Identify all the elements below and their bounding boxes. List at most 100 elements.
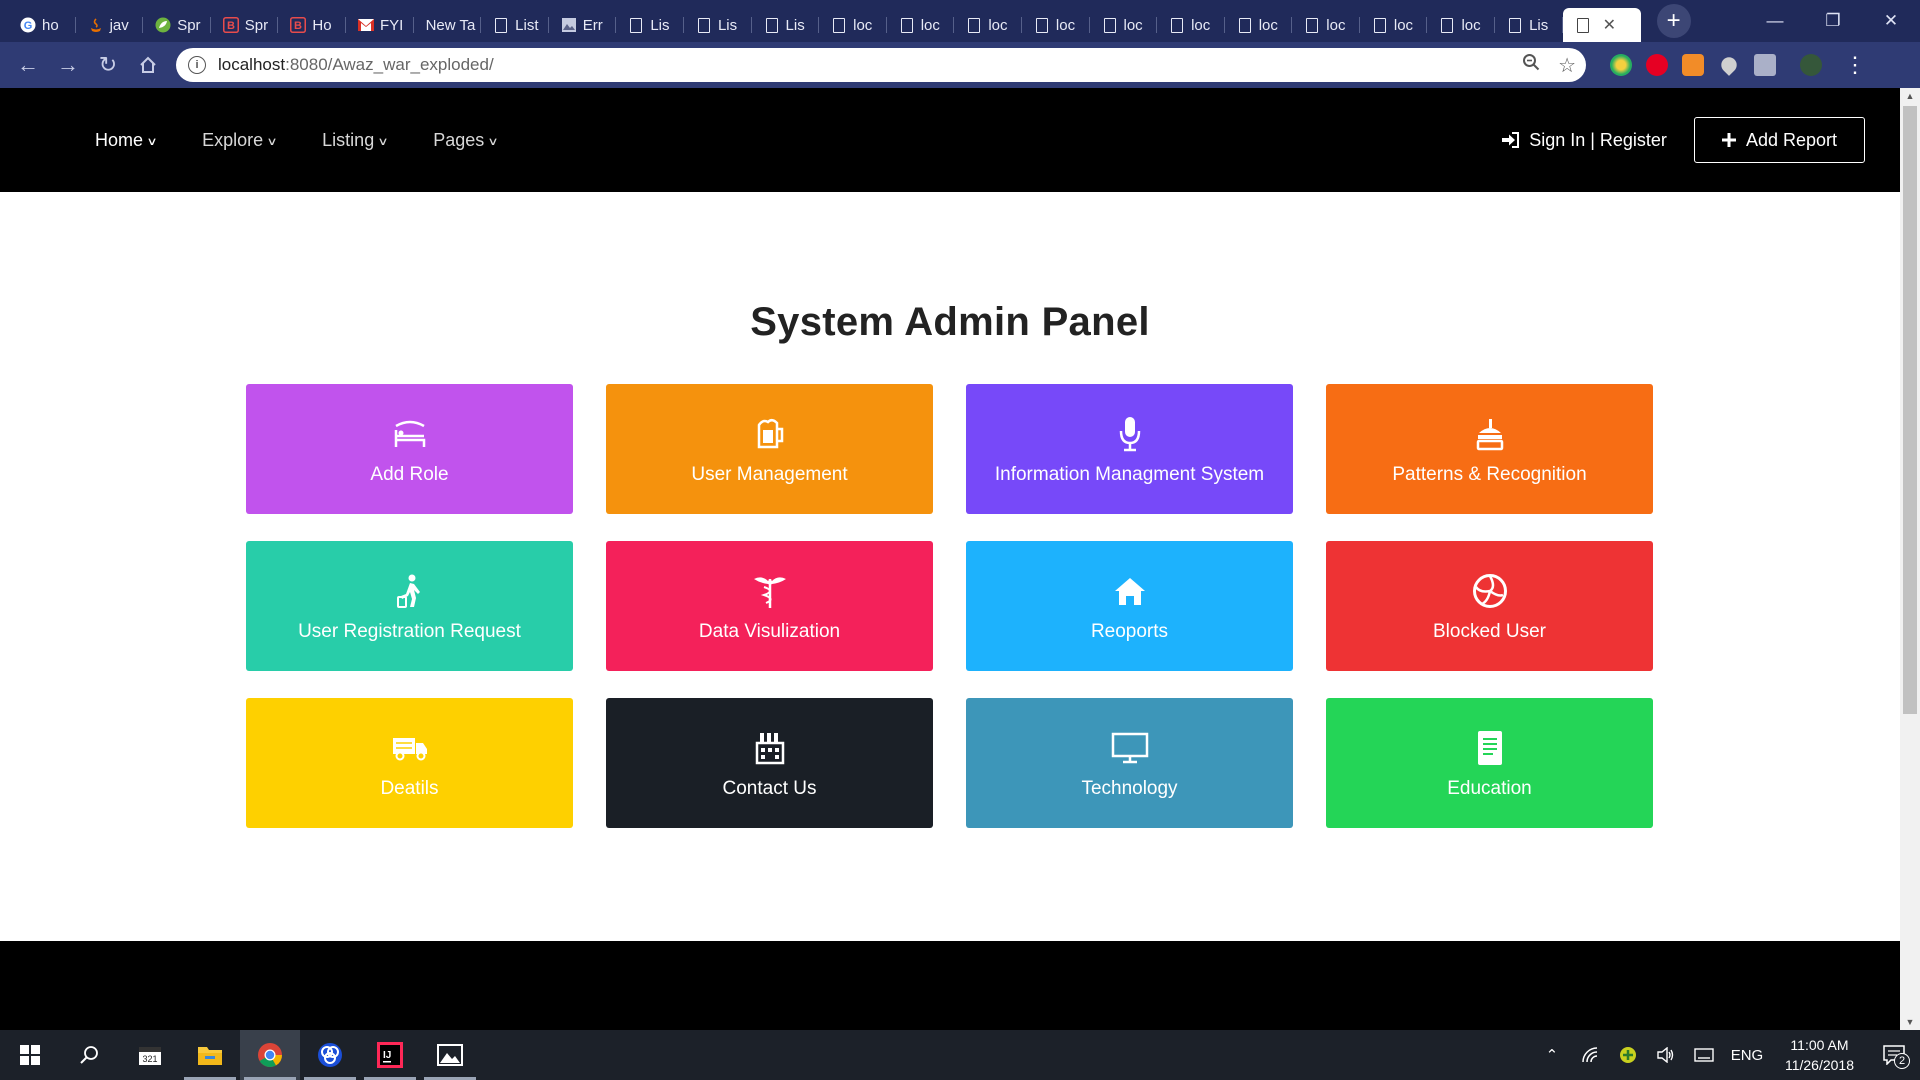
tab-title: loc [853, 16, 873, 34]
app-icon[interactable] [300, 1030, 360, 1080]
profile-avatar[interactable] [1800, 54, 1822, 76]
browser-tab[interactable]: loc [954, 8, 1022, 42]
close-tab-icon[interactable]: ✕ [1603, 15, 1616, 35]
extension-box-icon[interactable] [1754, 54, 1776, 76]
pinterest-icon[interactable] [1646, 54, 1668, 76]
browser-tab[interactable]: B Ho [278, 8, 346, 42]
browser-tab[interactable]: jav [76, 8, 144, 42]
browser-tab[interactable]: Gho [8, 8, 76, 42]
browser-tab[interactable]: Lis [1495, 8, 1563, 42]
browser-tab[interactable]: FYI [346, 8, 414, 42]
signin-register-link[interactable]: Sign In | Register [1501, 130, 1667, 151]
spring-icon [155, 17, 171, 33]
restore-icon[interactable]: ❐ [1804, 0, 1862, 42]
svg-text:321: 321 [142, 1054, 157, 1064]
browser-tab[interactable]: loc [1427, 8, 1495, 42]
extension-icon[interactable] [1610, 54, 1632, 76]
tab-title: loc [1258, 16, 1278, 34]
chrome-menu-icon[interactable]: ⋮ [1844, 52, 1866, 78]
card-education[interactable]: Education [1326, 698, 1653, 828]
address-bar[interactable]: i localhost:8080/Awaz_war_exploded/ ☆ [176, 48, 1586, 82]
menu-item-explore[interactable]: Explore ∨ [202, 130, 278, 151]
card-technology[interactable]: Technology [966, 698, 1293, 828]
browser-tab[interactable]: B Spr [211, 8, 279, 42]
card-contact-us[interactable]: Contact Us [606, 698, 933, 828]
card-data-visulization[interactable]: Data Visulization [606, 541, 933, 671]
page-scrollbar[interactable]: ▲ ▼ [1900, 88, 1920, 1030]
minimize-icon[interactable]: — [1746, 0, 1804, 42]
reload-icon[interactable]: ↻ [88, 45, 128, 85]
url-text[interactable]: localhost:8080/Awaz_war_exploded/ [218, 55, 494, 75]
page-icon [1439, 17, 1455, 33]
card-add-role[interactable]: Add Role [246, 384, 573, 514]
browser-tab[interactable]: loc [1157, 8, 1225, 42]
forward-icon[interactable]: → [48, 45, 88, 85]
browser-tab[interactable]: Spr [143, 8, 211, 42]
scroll-up-arrow-icon[interactable]: ▲ [1900, 88, 1920, 104]
volume-icon[interactable] [1647, 1047, 1685, 1063]
browser-tab[interactable]: loc [887, 8, 955, 42]
chevron-down-icon: ∨ [487, 135, 499, 148]
browser-tab[interactable]: loc [1225, 8, 1293, 42]
page-icon [764, 17, 780, 33]
photos-app-icon[interactable] [420, 1030, 480, 1080]
add-report-button[interactable]: Add Report [1693, 117, 1865, 163]
scroll-down-arrow-icon[interactable]: ▼ [1900, 1014, 1920, 1030]
tab-title: Spr [244, 16, 269, 34]
browser-tab[interactable]: loc [819, 8, 887, 42]
new-tab-button[interactable]: + [1656, 4, 1691, 38]
browser-tab[interactable]: Lis [752, 8, 820, 42]
keyboard-icon[interactable] [1685, 1048, 1723, 1062]
bootstrap-icon: B [222, 17, 239, 33]
file-explorer-icon[interactable] [180, 1030, 240, 1080]
tray-overflow-icon[interactable]: ⌃ [1533, 1046, 1571, 1064]
browser-tab[interactable]: loc [1292, 8, 1360, 42]
browser-tab[interactable]: Lis [616, 8, 684, 42]
chrome-taskbar-icon[interactable] [240, 1030, 300, 1080]
page-icon [1507, 17, 1523, 33]
close-window-icon[interactable]: ✕ [1862, 0, 1920, 42]
scrollbar-thumb[interactable] [1903, 106, 1917, 714]
wifi-icon[interactable] [1571, 1047, 1609, 1063]
chevron-down-icon: ∨ [377, 135, 389, 148]
windows-start-icon[interactable] [0, 1030, 60, 1080]
card-user-registration-request[interactable]: User Registration Request [246, 541, 573, 671]
back-icon[interactable]: ← [8, 45, 48, 85]
browser-tab-active[interactable]: ✕ [1562, 8, 1641, 42]
language-indicator[interactable]: ENG [1723, 1047, 1771, 1064]
network-status-icon[interactable] [1609, 1046, 1647, 1064]
zoom-icon[interactable] [1522, 53, 1540, 78]
card-user-management[interactable]: User Management [606, 384, 933, 514]
browser-tab[interactable]: loc [1360, 8, 1428, 42]
browser-tab[interactable]: Err [549, 8, 617, 42]
action-center-icon[interactable]: 2 [1868, 1045, 1920, 1069]
browser-tab[interactable]: loc [1022, 8, 1090, 42]
card-information-managment-system[interactable]: Information Managment System [966, 384, 1293, 514]
calendar-app-icon[interactable]: 321 [120, 1030, 180, 1080]
intellij-idea-icon[interactable]: IJ [360, 1030, 420, 1080]
bookmark-star-icon[interactable]: ☆ [1558, 53, 1576, 78]
key-extension-icon[interactable] [1682, 54, 1704, 76]
browser-tab[interactable]: loc [1090, 8, 1158, 42]
clock[interactable]: 11:00 AM 11/26/2018 [1785, 1035, 1854, 1075]
home-button-icon[interactable] [128, 45, 168, 85]
beer-mug-icon [750, 414, 790, 454]
menu-item-listing[interactable]: Listing ∨ [322, 130, 389, 151]
browser-tab[interactable]: Lis [684, 8, 752, 42]
page-icon [966, 17, 982, 33]
main-menu: Home ∨ Explore ∨ Listing ∨ Pages ∨ [95, 130, 499, 151]
card-blocked-user[interactable]: Blocked User [1326, 541, 1653, 671]
card-reoports[interactable]: Reoports [966, 541, 1293, 671]
menu-item-home[interactable]: Home ∨ [95, 130, 158, 151]
card-deatils[interactable]: Deatils [246, 698, 573, 828]
search-icon[interactable] [60, 1030, 120, 1080]
map-pin-icon[interactable] [1718, 54, 1740, 76]
site-info-icon[interactable]: i [188, 56, 206, 74]
image-icon [561, 17, 577, 33]
tab-title: loc [1393, 16, 1414, 34]
browser-tab[interactable]: New Ta [414, 8, 482, 42]
card-patterns-recognition[interactable]: Patterns & Recognition [1326, 384, 1653, 514]
card-label: Contact Us [722, 778, 817, 799]
menu-item-pages[interactable]: Pages ∨ [433, 130, 499, 151]
browser-tab[interactable]: List [481, 8, 549, 42]
